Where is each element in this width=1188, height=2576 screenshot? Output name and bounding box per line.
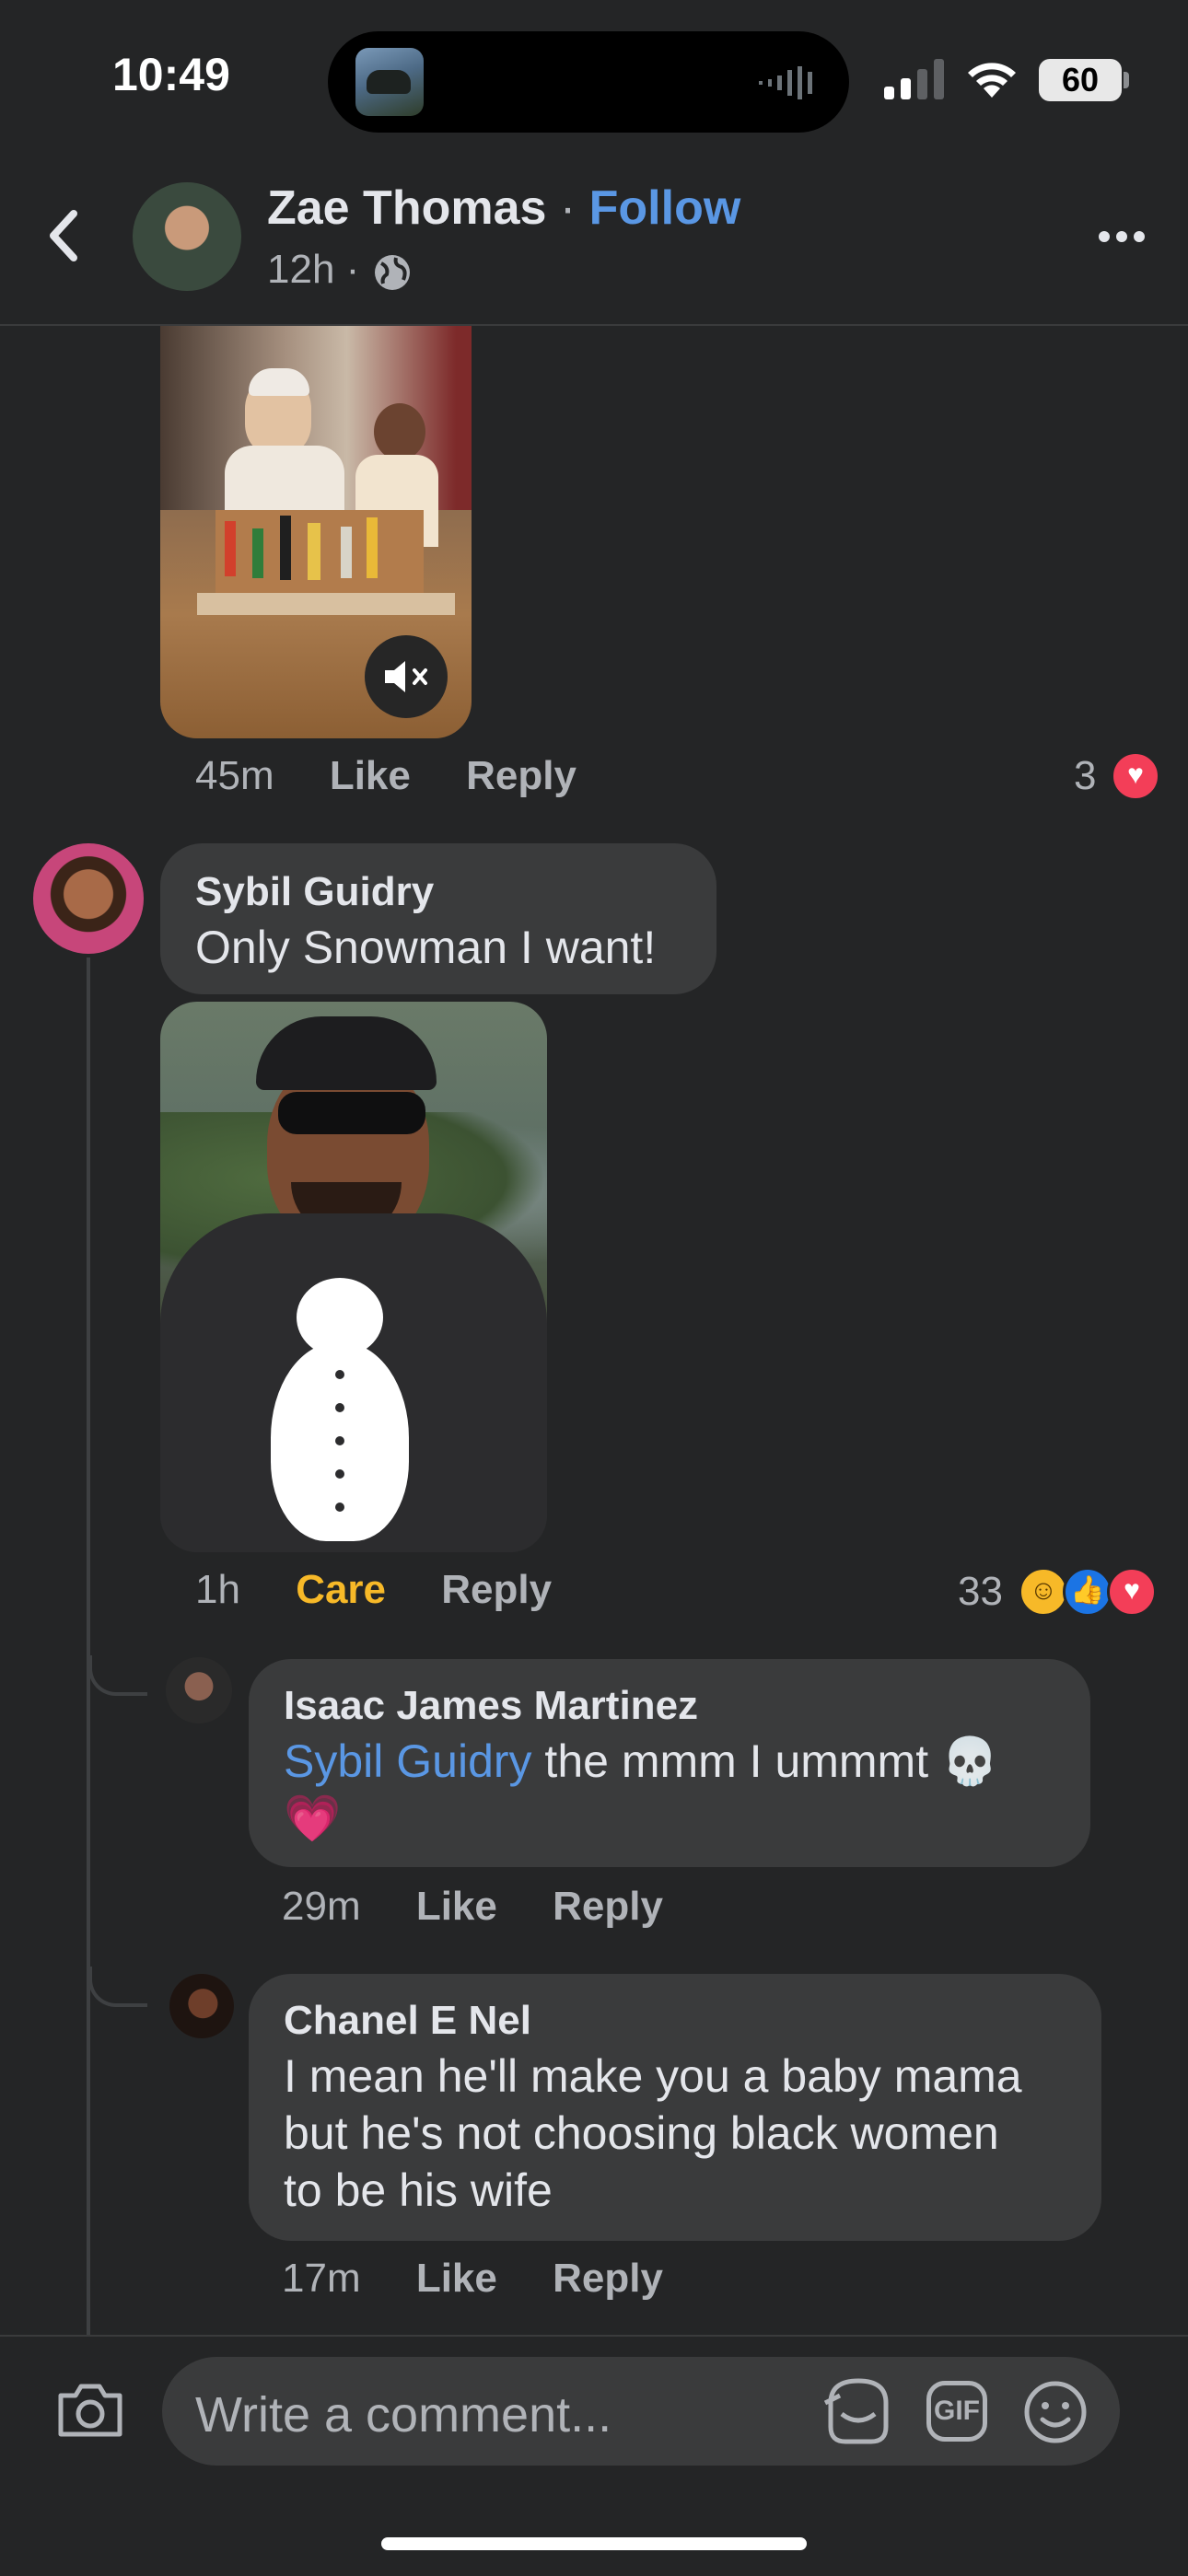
sybil-reaction-count[interactable]: 33	[958, 1569, 1003, 1615]
battery-indicator: 60	[1039, 59, 1122, 101]
now-playing-thumbnail	[355, 48, 424, 116]
isaac-comment-text: Sybil Guidry the mmm I ummmt 💀	[284, 1733, 998, 1790]
chanel-comment-actions: 17m Like Reply	[282, 2256, 663, 2302]
avatar-sticker-icon[interactable]	[821, 2375, 895, 2447]
chanel-avatar[interactable]	[169, 1974, 234, 2038]
sybil-comment-bubble[interactable]: Sybil Guidry Only Snowman I want!	[160, 843, 716, 994]
comment-0-like-button[interactable]: Like	[330, 753, 411, 798]
isaac-comment-time: 29m	[282, 1884, 361, 1929]
sybil-avatar[interactable]	[33, 843, 144, 954]
status-time: 10:49	[112, 49, 230, 100]
comment-0-reaction-count[interactable]: 3	[1074, 753, 1096, 799]
isaac-name[interactable]: Isaac James Martinez	[284, 1683, 698, 1729]
speaker-muted-icon	[385, 661, 427, 692]
isaac-comment-bubble[interactable]: Isaac James Martinez Sybil Guidry the mm…	[249, 1659, 1090, 1867]
emoji-icon[interactable]	[1022, 2379, 1089, 2445]
comment-input-placeholder: Write a comment...	[195, 2387, 612, 2443]
audio-waveform-icon	[759, 66, 812, 99]
chanel-like-button[interactable]: Like	[416, 2256, 497, 2301]
isaac-comment-actions: 29m Like Reply	[282, 1884, 663, 1930]
chanel-comment-time: 17m	[282, 2256, 361, 2301]
isaac-text-line1: the mmm I ummmt 💀	[531, 1735, 999, 1787]
sybil-care-button[interactable]: Care	[296, 1567, 386, 1612]
isaac-text-line2: 💗	[284, 1793, 342, 1844]
isaac-like-button[interactable]: Like	[416, 1884, 497, 1929]
reply-connector	[88, 1967, 147, 2007]
mute-toggle[interactable]	[365, 635, 448, 718]
mention-link[interactable]: Sybil Guidry	[284, 1735, 532, 1787]
gif-label: GIF	[934, 2396, 980, 2426]
post-timestamp: 12h	[267, 247, 335, 292]
dynamic-island	[328, 31, 849, 133]
more-options-icon[interactable]	[1098, 230, 1146, 243]
author-avatar[interactable]	[133, 182, 241, 291]
gif-button[interactable]: GIF	[926, 2381, 987, 2442]
sybil-name[interactable]: Sybil Guidry	[195, 869, 434, 915]
heart-reaction-icon: ♥	[1111, 751, 1160, 801]
back-chevron-icon[interactable]	[44, 208, 81, 263]
laugh-reaction-icon: ☺	[1019, 1567, 1068, 1617]
wifi-icon	[968, 63, 1016, 98]
chanel-reply-button[interactable]: Reply	[553, 2256, 663, 2301]
chanel-text-line3: to be his wife	[284, 2164, 553, 2216]
author-name-row: Zae Thomas · Follow	[267, 181, 741, 235]
comment-0-actions: 45m Like Reply	[195, 753, 577, 799]
comment-0-reply-button[interactable]: Reply	[466, 753, 577, 798]
comment-0-time: 45m	[195, 753, 274, 798]
sybil-reply-button[interactable]: Reply	[441, 1567, 552, 1612]
cellular-signal-icon	[884, 59, 944, 99]
isaac-reply-button[interactable]: Reply	[553, 1884, 663, 1929]
like-reaction-icon: 👍	[1063, 1567, 1112, 1617]
reply-thread-line	[87, 957, 90, 2337]
heart-reaction-icon: ♥	[1107, 1567, 1157, 1617]
post-meta: 12h ·	[267, 247, 360, 292]
battery-tip	[1124, 72, 1129, 88]
author-name[interactable]: Zae Thomas	[267, 181, 546, 235]
follow-button[interactable]: Follow	[589, 181, 741, 235]
reply-connector	[88, 1655, 147, 1696]
chanel-name[interactable]: Chanel E Nel	[284, 1998, 531, 2044]
sybil-comment-time: 1h	[195, 1567, 240, 1612]
sybil-comment-text: Only Snowman I want!	[195, 922, 657, 973]
home-indicator[interactable]	[381, 2537, 807, 2550]
isaac-avatar[interactable]	[166, 1657, 232, 1723]
sybil-comment-actions: 1h Care Reply	[195, 1567, 552, 1613]
sybil-image-attachment[interactable]	[160, 1002, 547, 1552]
chanel-comment-bubble[interactable]: Chanel E Nel I mean he'll make you a bab…	[249, 1974, 1101, 2241]
chanel-text-line1: I mean he'll make you a baby mama	[284, 2050, 1022, 2102]
camera-icon[interactable]	[55, 2381, 125, 2440]
chanel-text-line2: but he's not choosing black women	[284, 2107, 999, 2159]
globe-icon	[375, 255, 410, 290]
